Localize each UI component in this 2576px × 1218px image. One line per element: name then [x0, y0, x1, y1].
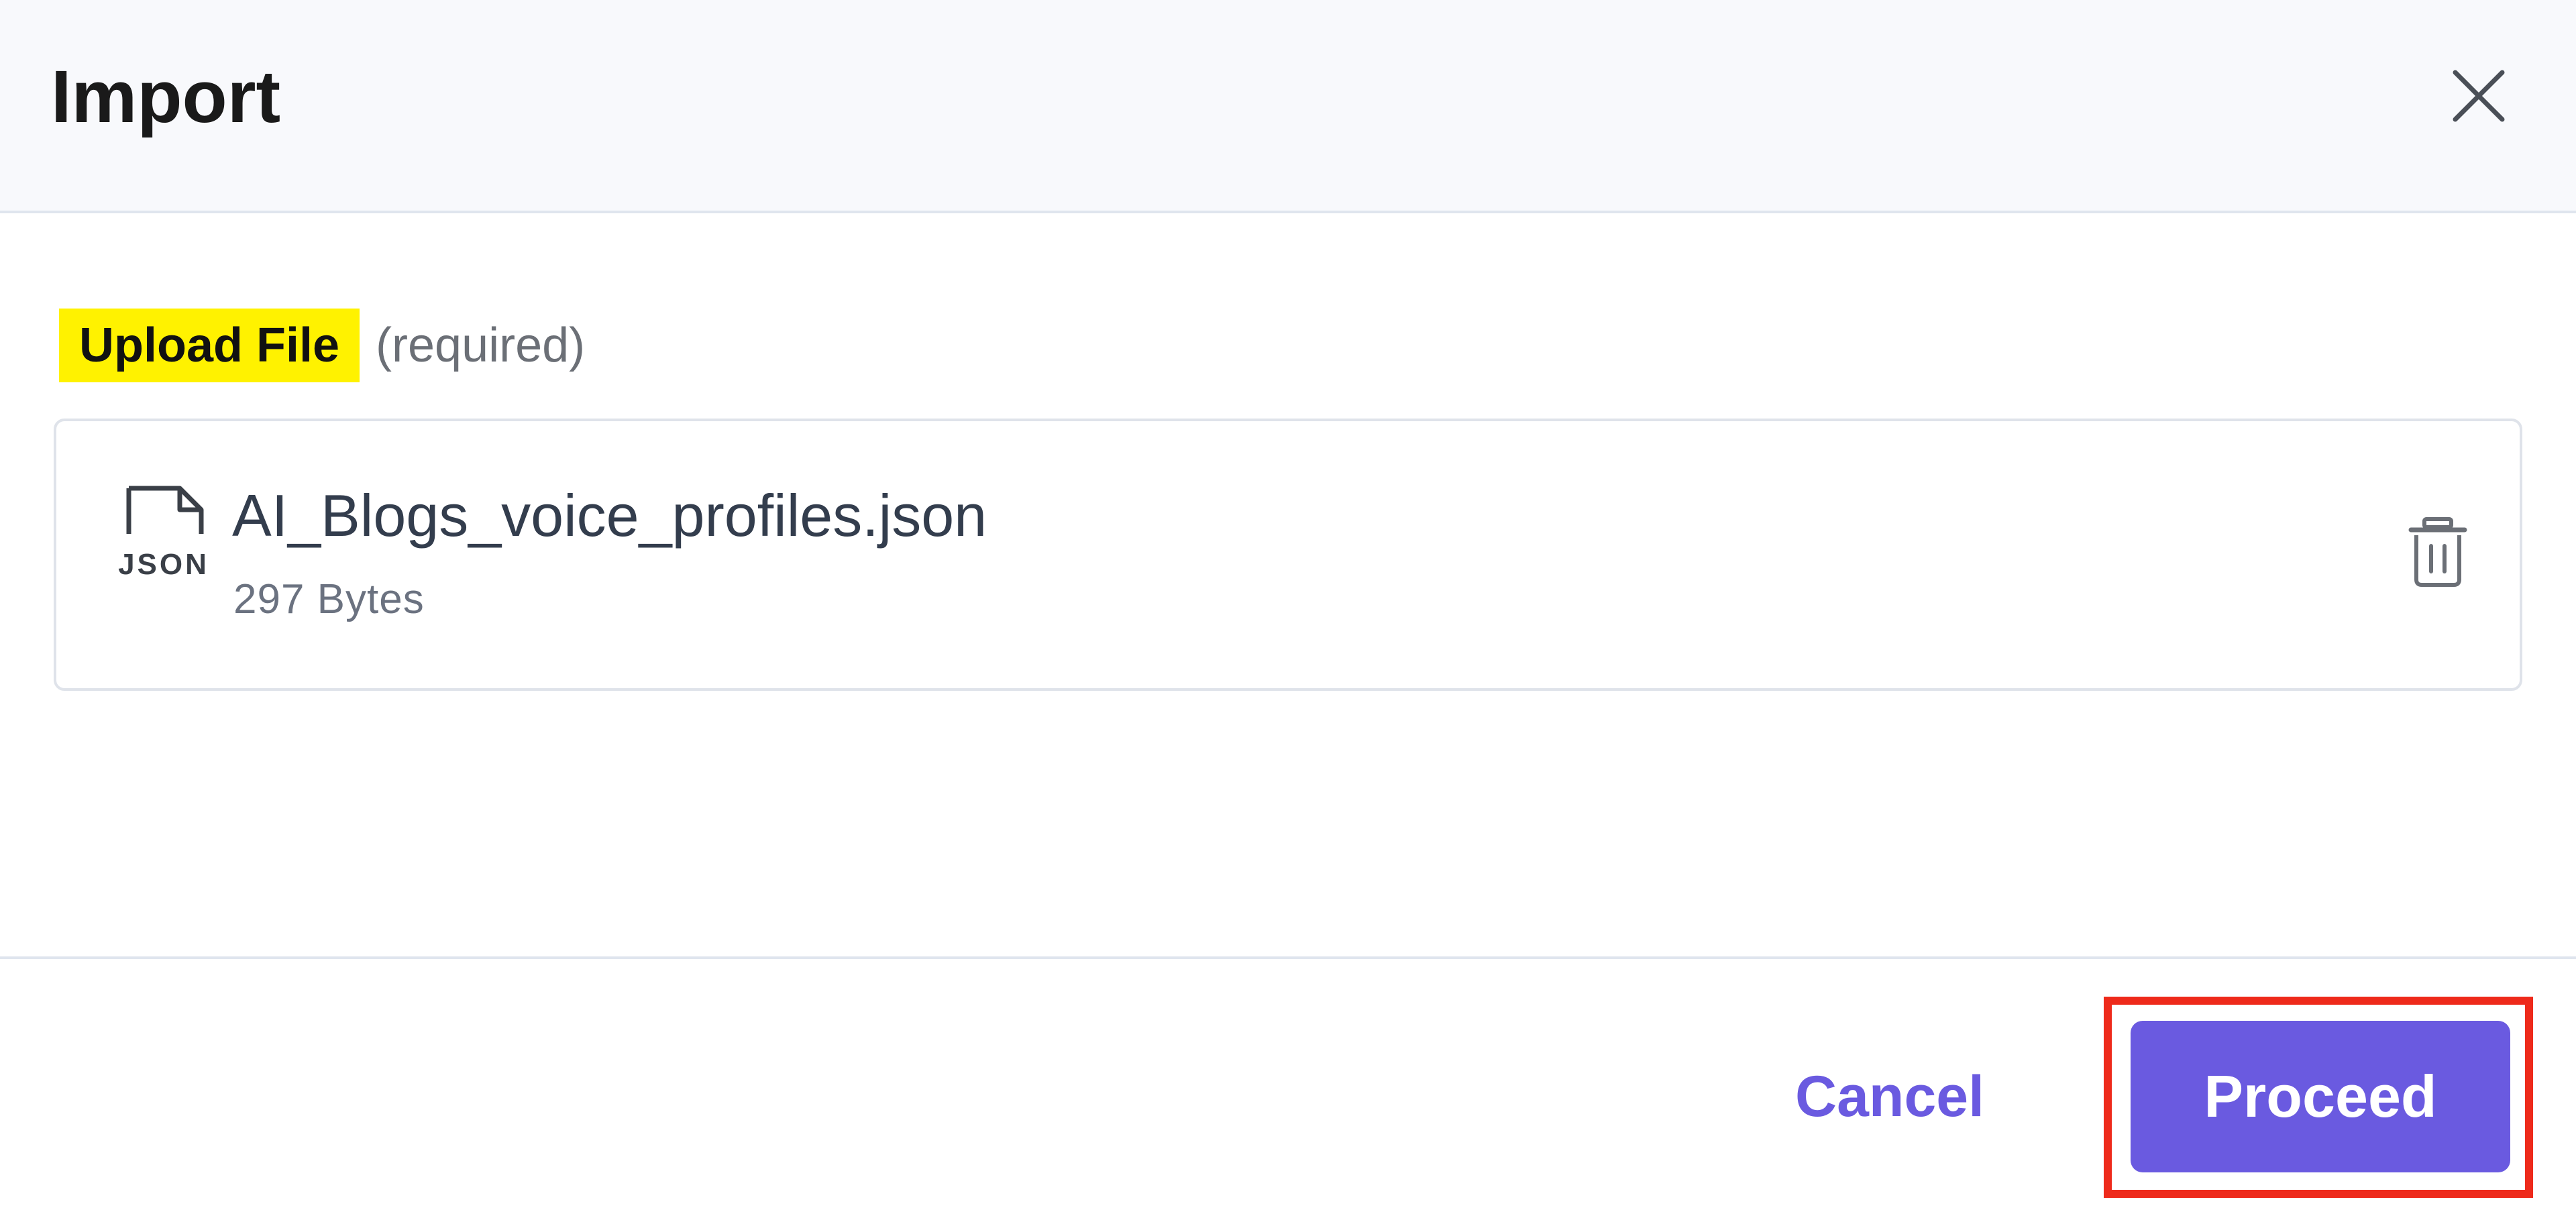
import-dialog: Import Upload File (required) JSON AI_Bl…	[0, 0, 2576, 1218]
required-indicator: (required)	[376, 319, 586, 372]
svg-text:JSON: JSON	[118, 548, 209, 581]
trash-icon	[2408, 517, 2467, 587]
close-button[interactable]	[2442, 59, 2516, 133]
cancel-button[interactable]: Cancel	[1784, 1053, 1995, 1140]
file-size: 297 Bytes	[233, 576, 425, 622]
proceed-button[interactable]: Proceed	[2131, 1021, 2510, 1172]
upload-file-label-row: Upload File (required)	[59, 309, 585, 382]
delete-file-button[interactable]	[2404, 515, 2471, 589]
uploaded-file-card: JSON AI_Blogs_voice_profiles.json 297 By…	[54, 419, 2522, 691]
json-file-icon: JSON	[110, 482, 217, 596]
dialog-header: Import	[0, 0, 2576, 213]
upload-file-label: Upload File	[59, 309, 360, 382]
dialog-title: Import	[51, 56, 281, 138]
footer-divider	[0, 956, 2576, 959]
close-icon	[2453, 70, 2505, 122]
file-name: AI_Blogs_voice_profiles.json	[232, 482, 987, 549]
